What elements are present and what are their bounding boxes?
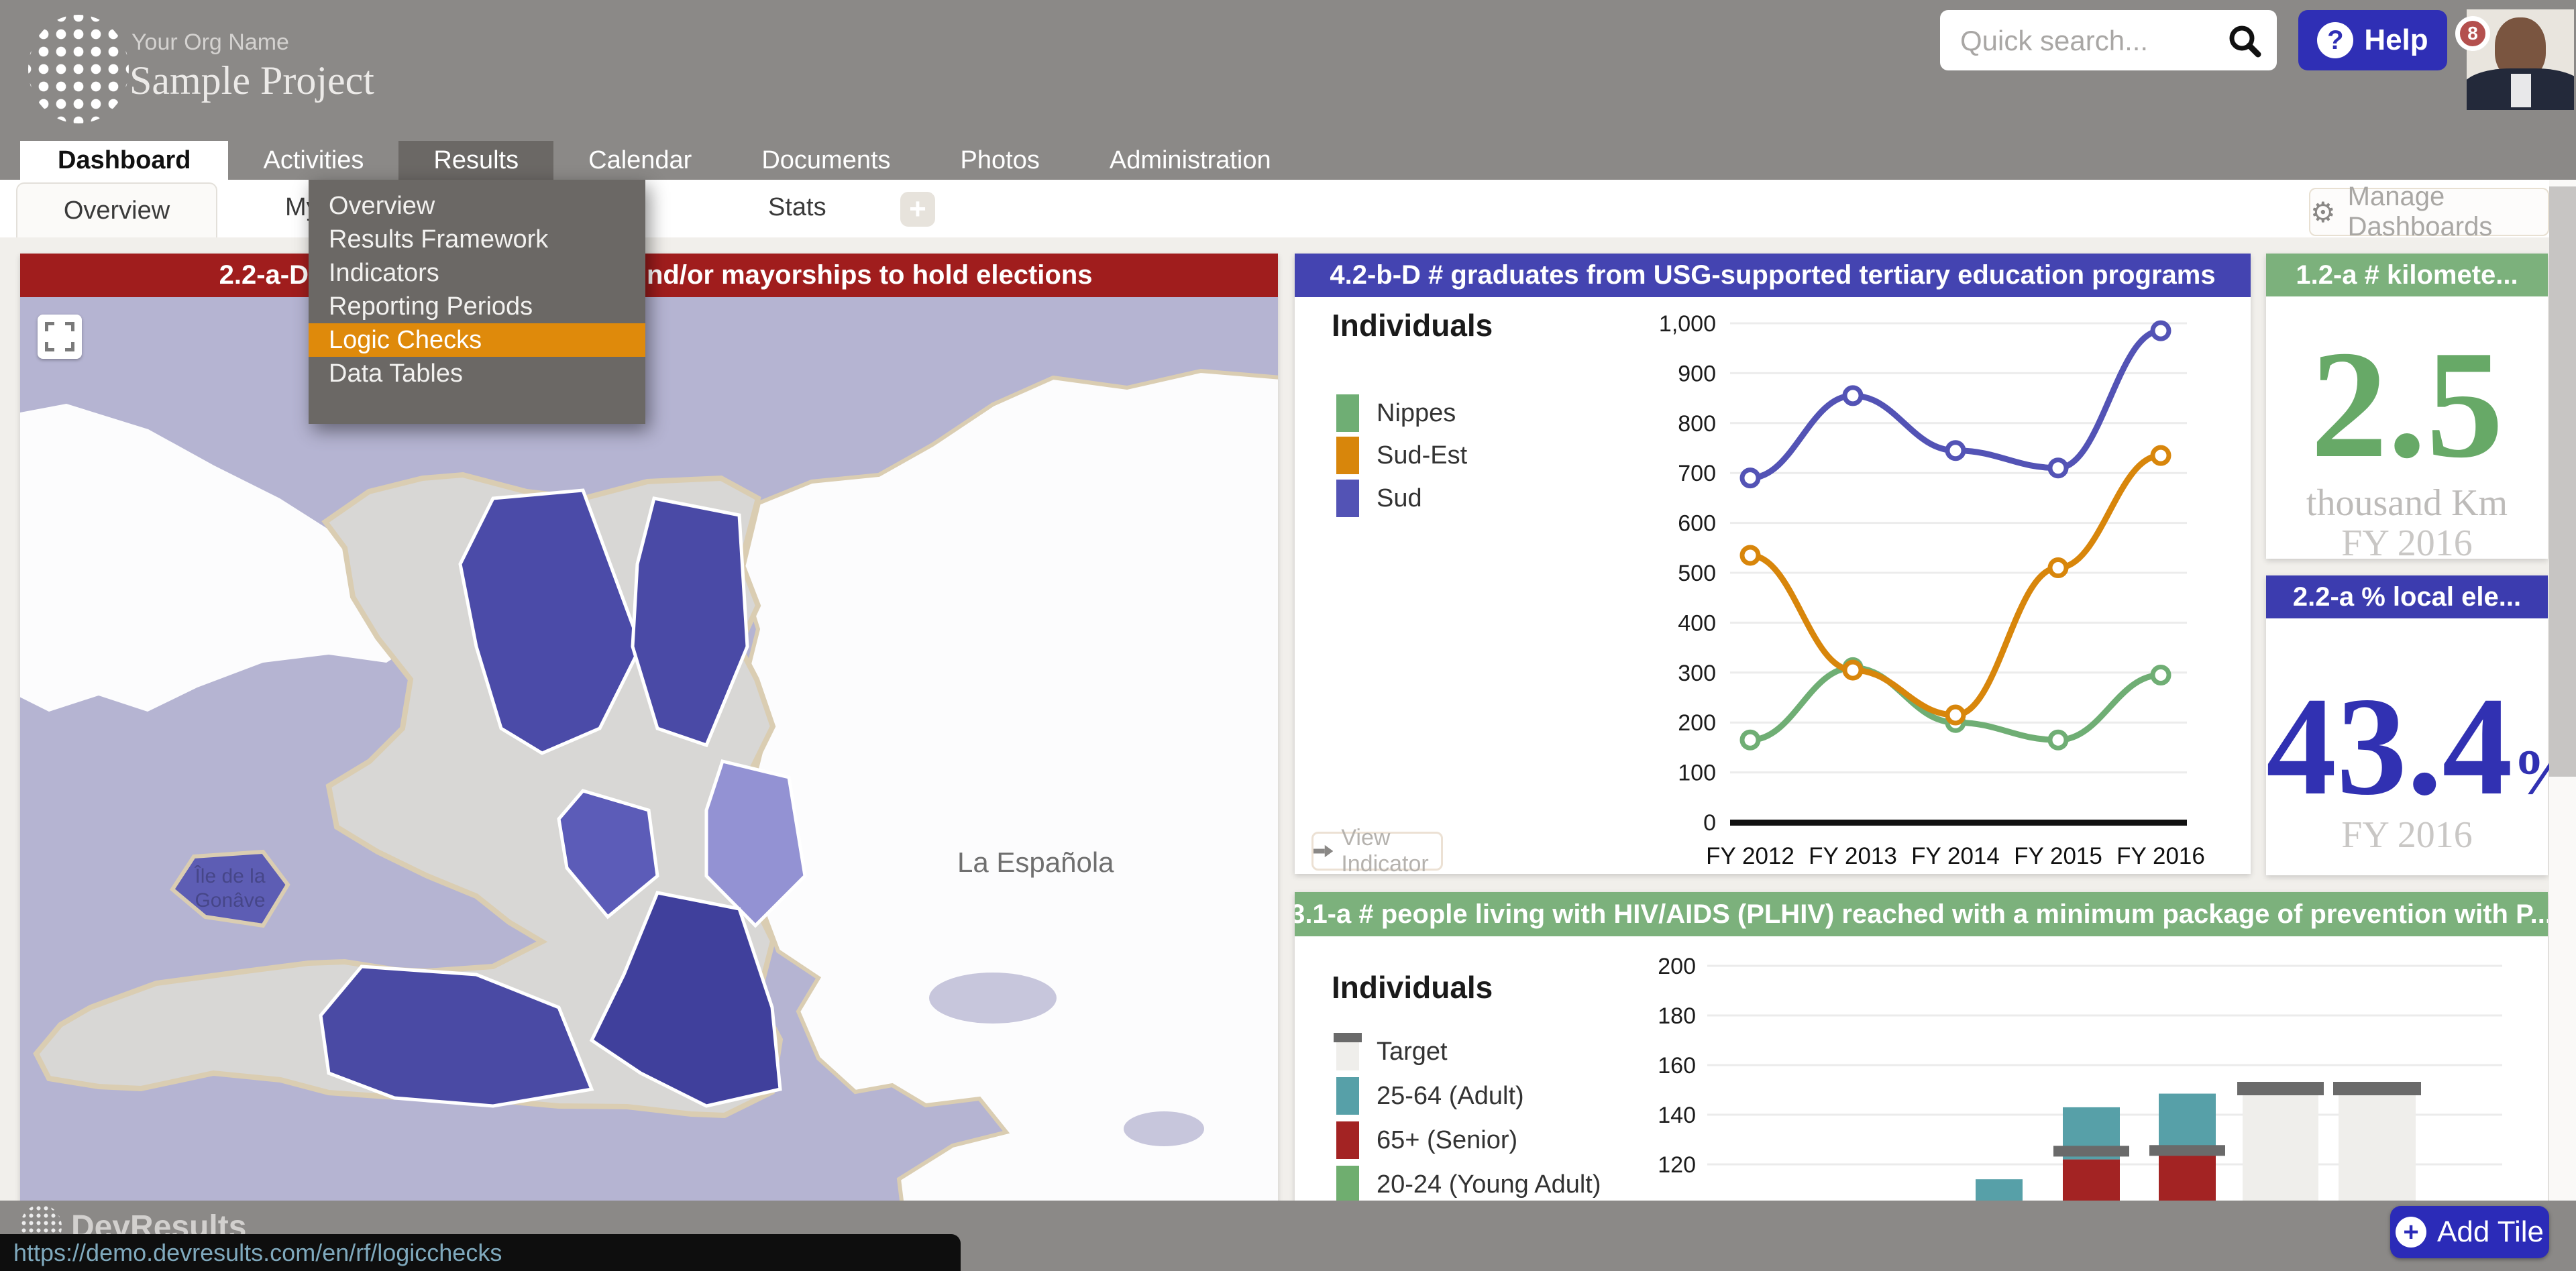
- view-indicator-label: View Indicator: [1341, 825, 1441, 877]
- number-tile-kilometers: 1.2-a # kilomete... 2.5 thousand Km FY 2…: [2266, 254, 2548, 559]
- nav-tab-results[interactable]: Results: [398, 141, 553, 180]
- map-lake-2: [1124, 1111, 1204, 1146]
- svg-text:600: 600: [1678, 511, 1716, 537]
- menu-item-results-framework[interactable]: Results Framework: [309, 223, 645, 256]
- org-name: Your Org Name: [131, 30, 289, 56]
- line-chart-tile: 4.2-b-D # graduates from USG-supported t…: [1295, 254, 2251, 874]
- menu-item-indicators[interactable]: Indicators: [309, 256, 645, 290]
- svg-text:300: 300: [1678, 661, 1716, 686]
- menu-item-logic-checks[interactable]: Logic Checks: [309, 323, 645, 357]
- svg-text:140: 140: [1658, 1103, 1696, 1128]
- line-chart-svg[interactable]: 0 100 200 300 400 500 600 700 800 900 1,000 FY 2012…: [1295, 297, 2251, 874]
- svg-text:500: 500: [1678, 561, 1716, 586]
- svg-text:160: 160: [1658, 1053, 1696, 1079]
- svg-text:400: 400: [1678, 610, 1716, 636]
- add-tile-button[interactable]: + Add Tile: [2390, 1206, 2549, 1258]
- manage-dashboards-label: Manage Dashboards: [2348, 182, 2548, 242]
- map-label-gonave-1: Île de la: [194, 865, 265, 887]
- num2-period: FY 2016: [2266, 814, 2548, 856]
- num2-number: 43.4: [2266, 669, 2513, 824]
- arrow-right-icon: [1313, 842, 1333, 860]
- svg-text:FY 2015: FY 2015: [2014, 843, 2102, 869]
- nav-tab-activities[interactable]: Activities: [228, 141, 398, 180]
- num2-header: 2.2-a % local ele...: [2266, 575, 2548, 618]
- nav-tab-administration[interactable]: Administration: [1075, 141, 1306, 180]
- search-input[interactable]: [1959, 15, 2216, 66]
- svg-text:180: 180: [1658, 1003, 1696, 1029]
- svg-text:FY 2014: FY 2014: [1911, 843, 2000, 869]
- add-dashboard-tab-button[interactable]: +: [900, 192, 935, 227]
- plus-circle-icon: +: [2396, 1217, 2426, 1248]
- nav-tab-photos[interactable]: Photos: [926, 141, 1075, 180]
- map-tile-header: 2.2-a-D nd/or mayorships to hold electio…: [20, 254, 1278, 297]
- svg-text:200: 200: [1678, 710, 1716, 736]
- notification-badge[interactable]: 8: [2455, 16, 2490, 51]
- plus-icon: +: [909, 192, 926, 226]
- add-tile-label: Add Tile: [2437, 1215, 2544, 1249]
- map-label-gonave-2: Gonâve: [195, 889, 265, 911]
- menu-item-data-tables[interactable]: Data Tables: [309, 357, 645, 390]
- results-dropdown-menu: OverviewResults FrameworkIndicatorsRepor…: [309, 180, 645, 424]
- svg-text:1,000: 1,000: [1659, 311, 1716, 337]
- help-button[interactable]: ? Help: [2298, 10, 2447, 70]
- svg-text:FY 2016: FY 2016: [2116, 843, 2205, 869]
- subtab-stats[interactable]: Stats: [768, 180, 826, 235]
- quick-search[interactable]: [1940, 10, 2277, 70]
- map-lake: [929, 973, 1057, 1024]
- menu-item-reporting-periods[interactable]: Reporting Periods: [309, 290, 645, 323]
- bar-chart-tile: 3.1-a # people living with HIV/AIDS (PLH…: [1295, 892, 2548, 1227]
- gear-icon: ⚙: [2310, 196, 2336, 229]
- bar-chart-svg[interactable]: 200 180 160 140 120: [1295, 936, 2548, 1227]
- num2-value: 43.4%: [2266, 676, 2548, 817]
- map-label-espanola: La Española: [957, 846, 1114, 878]
- page-scrollbar[interactable]: [2549, 180, 2576, 1201]
- svg-text:800: 800: [1678, 411, 1716, 437]
- manage-dashboards-button[interactable]: ⚙ Manage Dashboards: [2309, 188, 2549, 236]
- project-title: Sample Project: [129, 58, 374, 104]
- map-svg: Île de la Gonâve La Española: [20, 297, 1278, 1227]
- view-indicator-button[interactable]: View Indicator: [1311, 832, 1443, 871]
- number-tile-percent: 2.2-a % local ele... 43.4% FY 2016: [2266, 575, 2548, 875]
- svg-text:100: 100: [1678, 761, 1716, 786]
- svg-text:200: 200: [1658, 954, 1696, 979]
- scrollbar-thumb[interactable]: [2549, 186, 2576, 777]
- help-label: Help: [2364, 23, 2428, 57]
- svg-text:900: 900: [1678, 361, 1716, 386]
- avatar-shirt: [2511, 74, 2531, 107]
- map-title-fragment-right: nd/or mayorships to hold elections: [647, 254, 1093, 297]
- svg-text:FY 2013: FY 2013: [1809, 843, 1897, 869]
- num1-value: 2.5: [2266, 327, 2548, 482]
- question-icon: ?: [2317, 22, 2353, 58]
- num1-unit: thousand Km: [2266, 482, 2548, 524]
- svg-text:FY 2012: FY 2012: [1706, 843, 1794, 869]
- status-bar: https://demo.devresults.com/en/rf/logicc…: [0, 1234, 961, 1271]
- fullscreen-icon: [45, 322, 74, 351]
- app-root: Your Org Name Sample Project ? Help 8 Da…: [0, 0, 2576, 1271]
- nav-tab-calendar[interactable]: Calendar: [553, 141, 727, 180]
- map-title-fragment-left: 2.2-a-D: [20, 254, 309, 297]
- main-nav: DashboardActivitiesResultsCalendarDocume…: [0, 141, 2576, 180]
- choropleth-map[interactable]: Île de la Gonâve La Española: [20, 297, 1278, 1227]
- map-tile: 2.2-a-D nd/or mayorships to hold electio…: [20, 254, 1278, 1227]
- status-url: https://demo.devresults.com/en/rf/logicc…: [13, 1239, 502, 1267]
- bar-tile-header: 3.1-a # people living with HIV/AIDS (PLH…: [1295, 892, 2548, 936]
- num1-period: FY 2016: [2266, 522, 2548, 565]
- nav-tab-dashboard[interactable]: Dashboard: [20, 141, 228, 180]
- org-logo-globe-icon[interactable]: [28, 15, 129, 123]
- svg-text:120: 120: [1658, 1152, 1696, 1178]
- header: Your Org Name Sample Project ? Help 8: [0, 0, 2576, 141]
- search-icon[interactable]: [2227, 23, 2262, 62]
- nav-tab-documents[interactable]: Documents: [727, 141, 925, 180]
- line-tile-header: 4.2-b-D # graduates from USG-supported t…: [1295, 254, 2251, 297]
- svg-text:0: 0: [1703, 810, 1716, 836]
- fullscreen-button[interactable]: [38, 315, 82, 359]
- subtab-overview[interactable]: Overview: [16, 182, 217, 237]
- num1-header: 1.2-a # kilomete...: [2266, 254, 2548, 296]
- svg-text:700: 700: [1678, 461, 1716, 486]
- menu-item-overview[interactable]: Overview: [309, 189, 645, 223]
